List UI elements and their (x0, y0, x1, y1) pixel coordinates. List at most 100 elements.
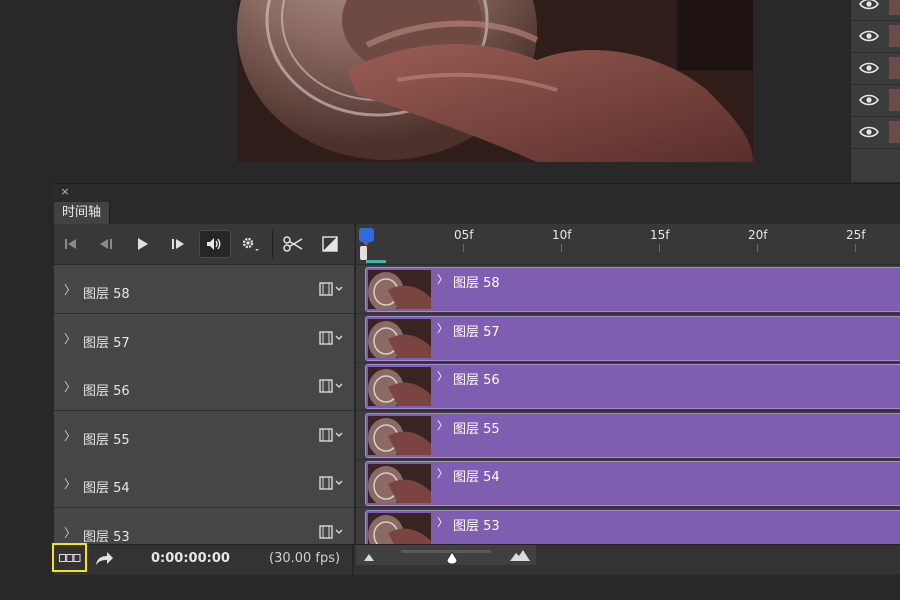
film-strip-icon[interactable] (319, 330, 347, 346)
expand-chevron-icon[interactable]: 〉 (437, 465, 448, 481)
track-header[interactable]: 〉 图层 56 (54, 362, 354, 411)
layers-panel-row[interactable] (851, 84, 900, 117)
ruler-label: 15f (650, 228, 670, 242)
film-strip-icon[interactable] (319, 378, 347, 394)
ruler-tick (561, 244, 562, 252)
track-name: 图层 58 (83, 287, 130, 302)
render-video-icon[interactable] (94, 550, 114, 568)
layers-panel-row[interactable] (851, 116, 900, 149)
clip-thumbnail (368, 270, 431, 309)
track-name: 图层 54 (83, 481, 130, 496)
track-header[interactable]: 〉 图层 55 (54, 411, 354, 460)
work-area-start-handle[interactable] (360, 246, 367, 260)
clip-row: 〉 图层 53 (356, 508, 900, 544)
timeline-footer: 0:00:00:00 (30.00 fps) (52, 543, 900, 575)
status-bar (54, 575, 900, 600)
track-list: 〉 图层 58 〉 图层 57 〉 图层 56 〉 图层 55 〉 图层 54 … (54, 265, 356, 544)
video-clip[interactable]: 〉 图层 55 (365, 413, 900, 458)
layers-panel-row[interactable] (851, 52, 900, 85)
frame-rate: (30.00 fps) (269, 551, 341, 566)
video-clip[interactable]: 〉 图层 56 (365, 364, 900, 409)
visibility-eye-icon[interactable] (859, 125, 879, 139)
audio-icon (207, 238, 221, 250)
clip-row: 〉 图层 55 (356, 411, 900, 460)
close-icon[interactable]: × (59, 186, 71, 198)
panel-header: × (54, 184, 900, 202)
previous-frame-button[interactable] (92, 232, 120, 256)
zoom-control (356, 545, 536, 565)
tab-timeline[interactable]: 时间轴 (54, 202, 111, 224)
clip-row: 〉 图层 54 (356, 459, 900, 508)
expand-chevron-icon[interactable]: 〉 (64, 475, 76, 492)
ruler-label: 25f (846, 228, 866, 242)
expand-chevron-icon[interactable]: 〉 (437, 368, 448, 384)
split-at-playhead-button[interactable] (279, 232, 307, 256)
visibility-eye-icon[interactable] (859, 0, 879, 11)
visibility-eye-icon[interactable] (859, 61, 879, 75)
work-area-bar (366, 260, 386, 263)
next-frame-button[interactable] (164, 232, 192, 256)
settings-button[interactable] (236, 232, 264, 256)
clip-row: 〉 图层 58 (356, 265, 900, 314)
settings-gear-icon (242, 237, 259, 251)
clip-thumbnail (368, 319, 431, 358)
controls-separator (272, 230, 273, 258)
expand-chevron-icon[interactable]: 〉 (64, 281, 76, 298)
ruler-label: 20f (748, 228, 768, 242)
track-header[interactable]: 〉 图层 57 (54, 314, 354, 363)
track-header[interactable]: 〉 图层 53 (54, 508, 354, 544)
video-clip[interactable]: 〉 图层 54 (365, 461, 900, 506)
expand-chevron-icon[interactable]: 〉 (437, 271, 448, 287)
playhead-handle[interactable] (359, 228, 374, 246)
layers-panel-row[interactable] (851, 0, 900, 21)
clip-area: 〉 图层 58 〉 图层 57 〉 图层 56 〉 图层 55 〉 图层 54 … (356, 265, 900, 544)
ruler-tick (463, 244, 464, 252)
playback-controls (54, 224, 354, 265)
go-to-first-frame-icon (65, 239, 76, 249)
layers-panel-row[interactable] (851, 20, 900, 53)
film-strip-icon[interactable] (319, 281, 347, 297)
clip-name: 图层 55 (453, 422, 500, 437)
expand-chevron-icon[interactable]: 〉 (64, 524, 76, 541)
clip-name: 图层 53 (453, 519, 500, 534)
video-clip[interactable]: 〉 图层 53 (365, 510, 900, 544)
track-name: 图层 53 (83, 530, 130, 544)
video-clip[interactable]: 〉 图层 58 (365, 267, 900, 312)
track-header[interactable]: 〉 图层 54 (54, 459, 354, 508)
audio-button[interactable] (199, 230, 231, 258)
expand-chevron-icon[interactable]: 〉 (64, 378, 76, 395)
next-frame-icon (172, 239, 184, 249)
split-scissors-icon (283, 236, 303, 252)
current-timecode: 0:00:00:00 (151, 551, 230, 566)
expand-chevron-icon[interactable]: 〉 (64, 427, 76, 444)
expand-chevron-icon[interactable]: 〉 (64, 330, 76, 347)
play-button[interactable] (129, 232, 157, 256)
visibility-eye-icon[interactable] (859, 29, 879, 43)
track-name: 图层 56 (83, 384, 130, 399)
visibility-eye-icon[interactable] (859, 93, 879, 107)
zoom-in-mountain-icon[interactable] (510, 549, 530, 561)
zoom-slider-thumb[interactable] (446, 551, 458, 565)
video-clip[interactable]: 〉 图层 57 (365, 316, 900, 361)
canvas-image (237, 0, 753, 162)
time-ruler[interactable]: 05f 10f 15f 20f 25f (355, 224, 900, 265)
ruler-tick (855, 244, 856, 252)
zoom-out-mountain-icon[interactable] (364, 553, 374, 561)
timeline-panel: × 时间轴 05f 10f 15f 20f 25f 〉 图层 58 〉 图层 5… (52, 183, 900, 576)
clip-name: 图层 58 (453, 276, 500, 291)
expand-chevron-icon[interactable]: 〉 (437, 417, 448, 433)
film-strip-icon[interactable] (319, 524, 347, 540)
expand-chevron-icon[interactable]: 〉 (437, 320, 448, 336)
go-to-first-frame-button[interactable] (57, 232, 85, 256)
layer-thumbnail (889, 0, 900, 15)
ruler-tick (659, 244, 660, 252)
clip-name: 图层 57 (453, 325, 500, 340)
transition-button[interactable] (316, 232, 344, 256)
expand-chevron-icon[interactable]: 〉 (437, 514, 448, 530)
film-strip-icon[interactable] (319, 475, 347, 491)
film-strip-icon[interactable] (319, 427, 347, 443)
convert-to-frame-animation-icon (58, 553, 80, 562)
ruler-tick (757, 244, 758, 252)
convert-to-frame-animation-button[interactable] (52, 543, 87, 572)
track-header[interactable]: 〉 图层 58 (54, 265, 354, 314)
